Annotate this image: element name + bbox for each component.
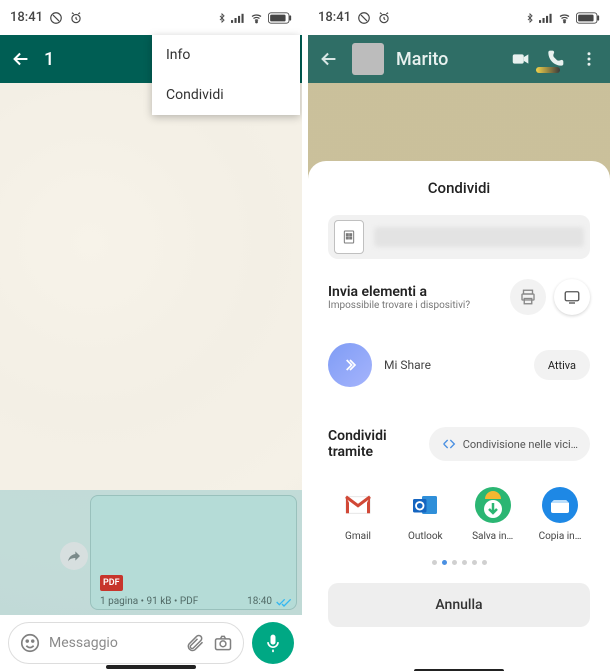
app-label: Salva in… [472,531,513,542]
message-meta: 1 pagina • 91 kB • PDF [100,596,198,607]
nearby-share-chip[interactable]: Condivisione nelle vici… [429,427,590,461]
pdf-badge: PDF [100,575,123,591]
document-icon [334,220,364,254]
activate-button[interactable]: Attiva [534,350,590,380]
read-ticks-icon [276,597,292,607]
app-gmail[interactable]: Gmail [330,485,386,542]
bluetooth-icon [525,11,535,25]
chat-name[interactable]: Marito [396,49,498,70]
status-time: 18:41 [10,10,43,25]
message-time: 18:40 [247,596,272,607]
camera-icon[interactable] [213,633,233,653]
voice-call-icon[interactable] [544,49,566,69]
nearby-share-label: Condivisione nelle vici… [463,438,578,451]
alarm-icon [69,11,83,25]
file-preview[interactable] [328,215,590,259]
wifi-icon [249,12,264,24]
message-peek [536,67,560,73]
right-screenshot: 18:41 Marito Condividi [308,0,610,671]
app-label: Outlook [408,531,443,542]
battery-icon [268,12,292,24]
send-to-sub[interactable]: Impossibile trovare i dispositivi? [328,300,502,311]
app-label: Copia in… [539,531,582,542]
mic-button[interactable] [252,622,294,664]
more-icon[interactable] [578,50,600,68]
mishare-row: Mi Share Attiva [328,343,590,387]
composer: Messaggio [0,615,302,671]
selected-message-area[interactable]: PDF 1 pagina • 91 kB • PDF 18:40 [0,490,302,615]
app-outlook[interactable]: Outlook [397,485,453,542]
file-name-blurred [374,227,584,247]
alarm-icon [377,11,391,25]
cast-button[interactable] [554,279,590,315]
signal-icon [231,12,245,24]
sheet-title: Condividi [328,179,590,197]
send-to-row: Invia elementi a Impossibile trovare i d… [328,279,590,315]
emoji-icon[interactable] [19,632,41,654]
panel-divider [302,0,305,671]
status-bar: 18:41 [0,0,302,35]
print-button[interactable] [510,279,546,315]
wifi-icon [557,12,572,24]
video-call-icon[interactable] [510,48,532,70]
signal-icon [539,12,553,24]
page-dots [328,560,590,565]
dnd-icon [357,11,371,25]
app-save[interactable]: Salva in… [465,485,521,542]
mishare-label: Mi Share [384,358,522,372]
share-via-row: Condividi tramite Condivisione nelle vic… [328,427,590,461]
message-placeholder: Messaggio [49,635,177,651]
battery-icon [576,12,600,24]
nav-handle[interactable] [106,665,196,669]
avatar[interactable] [352,43,384,75]
menu-share[interactable]: Condividi [152,75,300,115]
mishare-icon [328,343,372,387]
app-label: Gmail [345,531,371,542]
menu-info[interactable]: Info [152,35,300,75]
status-bar: 18:41 [308,0,610,35]
wa-header: Marito [308,35,610,83]
status-time: 18:41 [318,10,351,25]
message-input[interactable]: Messaggio [8,622,244,664]
back-icon[interactable] [10,48,32,70]
share-via-label: Condividi tramite [328,428,417,460]
back-icon[interactable] [318,48,340,70]
context-menu: Info Condividi [152,35,300,115]
forward-button[interactable] [60,542,88,570]
apps-row: Gmail Outlook Salva in… Copia in… [328,485,590,542]
bluetooth-icon [217,11,227,25]
message-bubble [90,495,297,610]
share-sheet: Condividi Invia elementi a Impossibile t… [308,161,610,671]
send-to-label: Invia elementi a [328,284,502,300]
dnd-icon [49,11,63,25]
left-screenshot: 18:41 1 PDF 1 pagina • [0,0,302,671]
cancel-button[interactable]: Annulla [328,583,590,627]
attach-icon[interactable] [185,633,205,653]
app-copy[interactable]: Copia in… [532,485,588,542]
